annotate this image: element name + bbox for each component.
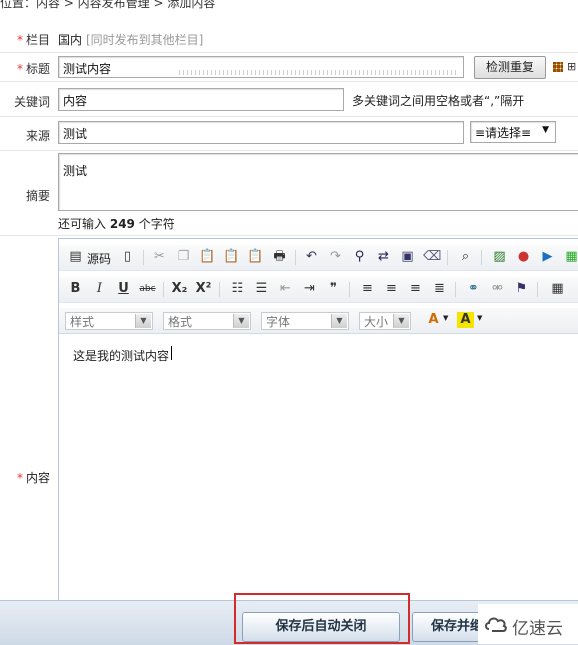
more-icon[interactable]: ⊞ xyxy=(567,60,576,73)
toolbar-separator xyxy=(455,282,456,297)
title-row: * 标题 测试内容 检测重复 ⊞ xyxy=(0,53,578,82)
redo-icon[interactable]: ↷ xyxy=(327,249,344,265)
cut-icon[interactable]: ✂ xyxy=(151,249,168,265)
summary-row: 摘要 测试 还可输入 249 个字符 xyxy=(0,151,578,236)
breadcrumb: 位置：内容 > 内容发布管理 > 添加内容 xyxy=(0,0,216,10)
keywords-row: 关键词 内容 多关键词之间用空格或者“,”隔开 xyxy=(0,82,578,117)
copy-icon[interactable]: ❐ xyxy=(175,249,192,265)
check-duplicate-button[interactable]: 检测重复 xyxy=(474,56,546,79)
style-combo[interactable]: 样式 ▼ xyxy=(65,312,153,330)
source-button[interactable]: 源码 xyxy=(87,250,111,267)
toolbar-separator xyxy=(481,250,482,265)
chevron-down-icon[interactable]: ▼ xyxy=(477,314,482,322)
cloud-logo-icon xyxy=(485,617,507,632)
chevron-down-icon: ▼ xyxy=(393,314,409,328)
chevron-down-icon: ▼ xyxy=(233,314,249,328)
superscript-icon[interactable]: X² xyxy=(195,281,212,297)
indent-icon[interactable]: ⇥ xyxy=(301,281,318,297)
unlink-icon[interactable]: ⚮ xyxy=(489,281,506,297)
paste-icon[interactable]: 📋 xyxy=(199,249,216,265)
align-right-icon[interactable]: ≡ xyxy=(407,281,424,297)
preview-icon[interactable]: ⌕ xyxy=(457,249,474,265)
page-icon[interactable]: ▯ xyxy=(119,249,136,265)
source-select[interactable]: ≡请选择≡ ▼ xyxy=(470,121,556,143)
summary-char-count: 还可输入 249 个字符 xyxy=(58,217,175,231)
background-color-icon[interactable]: A xyxy=(457,312,474,328)
grid-icon[interactable] xyxy=(553,62,563,72)
undo-icon[interactable]: ↶ xyxy=(303,249,320,265)
chevron-down-icon[interactable]: ▼ xyxy=(443,314,448,322)
keywords-label: 关键词 xyxy=(13,95,50,109)
find-icon[interactable]: ⚲ xyxy=(351,249,368,265)
image-icon[interactable]: ▨ xyxy=(491,249,508,265)
chevron-down-icon: ▼ xyxy=(331,314,347,328)
content-label: * 内容 xyxy=(16,471,50,485)
toolbar-separator xyxy=(163,282,164,297)
editor-toolbar-row-3: 样式 ▼ 格式 ▼ 字体 ▼ 大小 ▼ A ▼ A ▼ xyxy=(59,308,578,334)
toolbar-separator xyxy=(295,250,296,265)
link-icon[interactable]: ⚭ xyxy=(465,281,482,297)
paste-text-icon[interactable]: 📋 xyxy=(223,249,240,265)
align-left-icon[interactable]: ≡ xyxy=(359,281,376,297)
toolbar-separator xyxy=(537,282,538,297)
table-icon[interactable]: ▦ xyxy=(549,281,566,297)
video-icon[interactable]: ▦ xyxy=(563,249,578,265)
rich-text-editor: ▤ 源码 ▯ ✂ ❐ 📋 📋 📋 🖶 ↶ ↷ ⚲ ⇄ ▣ ⌫ ⌕ ▨ ● ▶ ▦… xyxy=(58,238,578,610)
blockquote-icon[interactable]: ❞ xyxy=(325,281,342,297)
paste-word-icon[interactable]: 📋 xyxy=(247,249,264,265)
toolbar-separator xyxy=(219,282,220,297)
size-combo[interactable]: 大小 ▼ xyxy=(359,312,411,330)
justify-icon[interactable]: ≣ xyxy=(431,281,448,297)
strike-icon[interactable]: abc xyxy=(139,281,156,297)
align-center-icon[interactable]: ≡ xyxy=(383,281,400,297)
format-combo[interactable]: 格式 ▼ xyxy=(163,312,251,330)
bullet-list-icon[interactable]: ☰ xyxy=(253,281,270,297)
editor-toolbar-row-2: B I U abc X₂ X² ☷ ☰ ⇤ ⇥ ❞ ≡ ≡ ≡ ≣ ⚭ ⚮ ⚑ … xyxy=(59,277,578,303)
bold-icon[interactable]: B xyxy=(67,281,84,297)
select-all-icon[interactable]: ▣ xyxy=(399,249,416,265)
column-value: 国内 xyxy=(58,33,83,47)
ordered-list-icon[interactable]: ☷ xyxy=(229,281,246,297)
editor-content-text: 这是我的测试内容 xyxy=(73,349,170,363)
font-combo[interactable]: 字体 ▼ xyxy=(261,312,349,330)
title-length-ruler xyxy=(179,70,459,75)
watermark: 亿速云 xyxy=(478,604,578,644)
title-input[interactable]: 测试内容 xyxy=(58,56,464,78)
font-color-icon[interactable]: A xyxy=(425,312,442,328)
print-icon[interactable]: 🖶 xyxy=(271,249,288,265)
keywords-hint: 多关键词之间用空格或者“,”隔开 xyxy=(352,94,525,108)
toolbar-separator xyxy=(447,250,448,265)
flash-icon[interactable]: ● xyxy=(515,249,532,265)
chevron-down-icon: ▼ xyxy=(542,125,549,135)
chevron-down-icon: ▼ xyxy=(135,314,151,328)
other-columns-link[interactable]: [同时发布到其他栏目] xyxy=(86,31,203,48)
column-row: * 栏目 国内 [同时发布到其他栏目] xyxy=(0,25,578,53)
anchor-icon[interactable]: ⚑ xyxy=(513,281,530,297)
media-icon[interactable]: ▶ xyxy=(539,249,556,265)
column-label: * 栏目 xyxy=(16,33,50,47)
watermark-text: 亿速云 xyxy=(512,619,563,639)
text-cursor xyxy=(171,346,172,360)
replace-icon[interactable]: ⇄ xyxy=(375,249,392,265)
editor-content-area[interactable]: 这是我的测试内容 xyxy=(59,335,578,607)
underline-icon[interactable]: U xyxy=(115,281,132,297)
summary-textarea[interactable]: 测试 xyxy=(58,153,578,211)
editor-toolbar-row-1: ▤ 源码 ▯ ✂ ❐ 📋 📋 📋 🖶 ↶ ↷ ⚲ ⇄ ▣ ⌫ ⌕ ▨ ● ▶ ▦ xyxy=(59,245,578,271)
source-icon[interactable]: ▤ xyxy=(67,249,84,265)
summary-label: 摘要 xyxy=(25,189,50,203)
highlight-box xyxy=(234,593,410,644)
title-label: * 标题 xyxy=(16,62,50,76)
source-input[interactable]: 测试 xyxy=(58,121,464,144)
toolbar-separator xyxy=(143,250,144,265)
keywords-input[interactable]: 内容 xyxy=(58,88,344,111)
remove-format-icon[interactable]: ⌫ xyxy=(423,249,441,265)
source-label: 来源 xyxy=(25,129,50,143)
toolbar-separator xyxy=(349,282,350,297)
outdent-icon[interactable]: ⇤ xyxy=(277,281,294,297)
source-row: 来源 测试 ≡请选择≡ ▼ xyxy=(0,117,578,151)
subscript-icon[interactable]: X₂ xyxy=(171,281,188,297)
italic-icon[interactable]: I xyxy=(91,281,108,297)
